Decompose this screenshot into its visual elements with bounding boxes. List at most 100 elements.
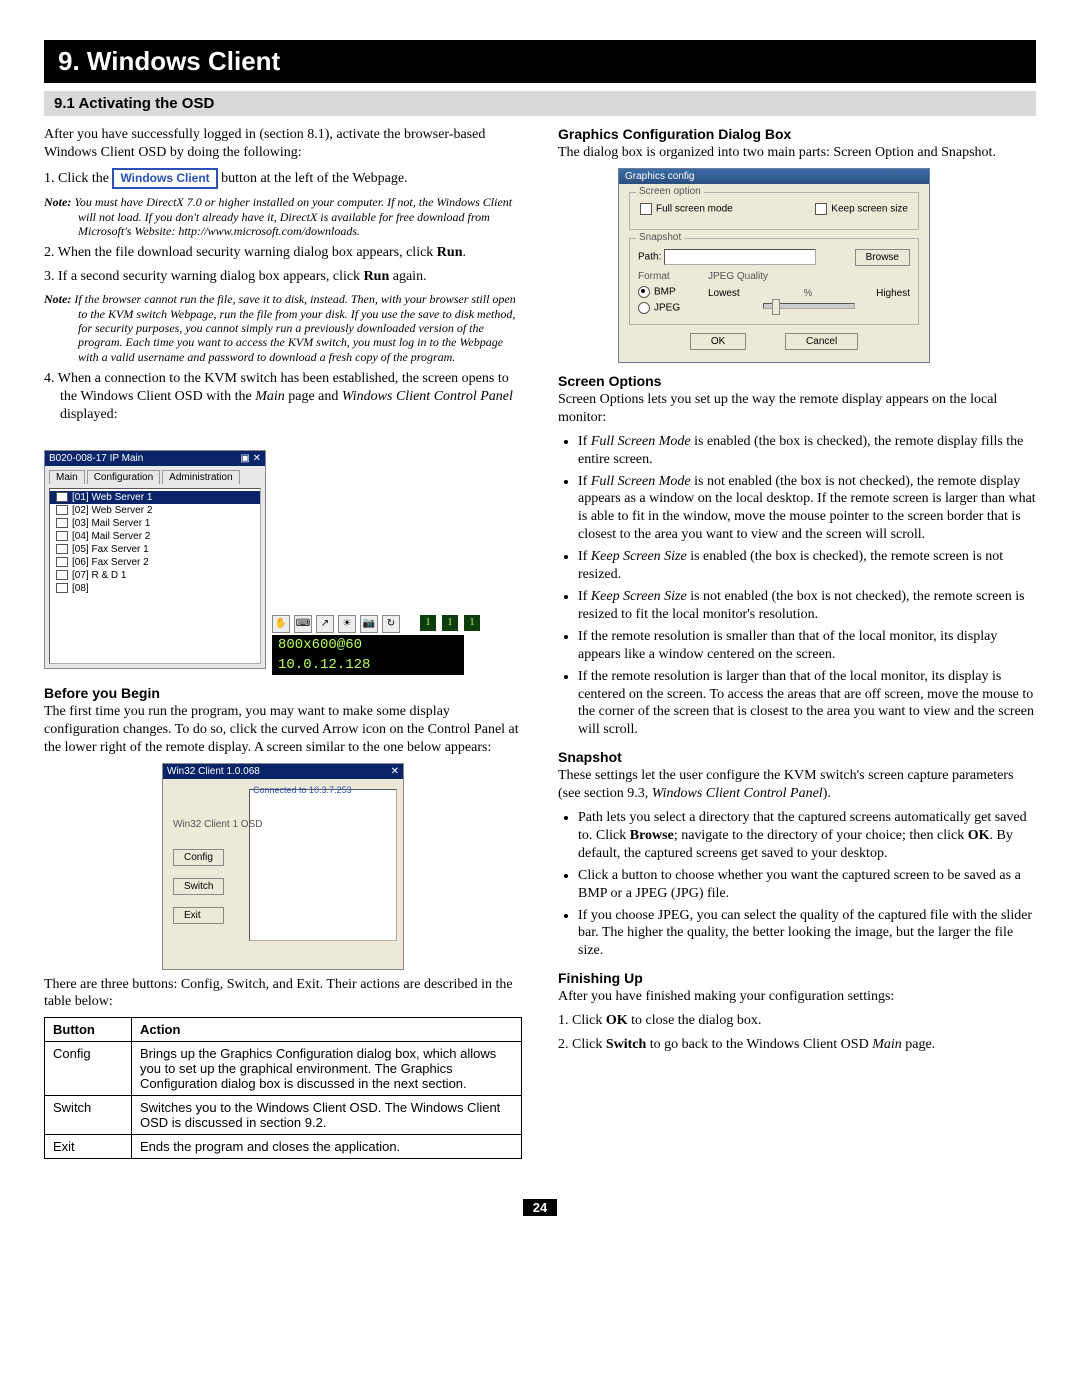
server-icon xyxy=(56,505,68,515)
list-item: If the remote resolution is smaller than… xyxy=(578,628,1036,664)
note1-label: Note: xyxy=(44,195,71,209)
right-column: Graphics Configuration Dialog Box The di… xyxy=(558,126,1036,1159)
step-2: 2. When the file download security warni… xyxy=(44,244,522,262)
before-you-begin-text: The first time you run the program, you … xyxy=(44,703,522,757)
keyboard-icon[interactable]: ⌨ xyxy=(294,615,312,633)
note-2: Note: If the browser cannot run the file… xyxy=(44,292,522,364)
list-item: If Full Screen Mode is enabled (the box … xyxy=(578,433,1036,469)
gfx-head: Graphics Configuration Dialog Box xyxy=(558,126,1036,142)
table-row: Switch Switches you to the Windows Clien… xyxy=(45,1096,522,1135)
list-item[interactable]: [01] Web Server 1 xyxy=(50,491,260,504)
highest-label: Highest xyxy=(876,288,910,299)
indicator-2: 1 xyxy=(442,615,458,631)
cell-action: Switches you to the Windows Client OSD. … xyxy=(132,1096,522,1135)
table-intro: There are three buttons: Config, Switch,… xyxy=(44,976,522,1012)
snapshot-intro: These settings let the user configure th… xyxy=(558,767,1036,803)
indicator-1: 1 xyxy=(420,615,436,631)
browse-button[interactable]: Browse xyxy=(855,249,910,266)
sun-icon[interactable]: ☀ xyxy=(338,615,356,633)
camera-icon[interactable]: 📷 xyxy=(360,615,378,633)
table-row: Config Brings up the Graphics Configurat… xyxy=(45,1042,522,1096)
screen-options-intro: Screen Options lets you set up the way t… xyxy=(558,391,1036,427)
ok-button[interactable]: OK xyxy=(690,333,746,350)
step4-b: page and xyxy=(285,389,342,404)
keep-size-checkbox[interactable]: Keep screen size xyxy=(815,203,908,215)
step3-run: Run xyxy=(364,269,390,284)
list-item[interactable]: [06] Fax Server 2 xyxy=(50,556,260,569)
list-item[interactable]: [05] Fax Server 1 xyxy=(50,543,260,556)
config-button[interactable]: Config xyxy=(173,849,224,866)
intro-text: After you have successfully logged in (s… xyxy=(44,126,522,162)
actions-table: Button Action Config Brings up the Graph… xyxy=(44,1017,522,1159)
graphics-config-dialog: Graphics config Screen option Full scree… xyxy=(618,168,930,363)
list-item[interactable]: [03] Mail Server 1 xyxy=(50,517,260,530)
gfx-intro: The dialog box is organized into two mai… xyxy=(558,144,1036,162)
hand-icon[interactable]: ✋ xyxy=(272,615,290,633)
osd-titlebar: B020-008-17 IP Main ▣ ✕ xyxy=(45,451,265,466)
list-item[interactable]: [02] Web Server 2 xyxy=(50,504,260,517)
snapshot-list: Path lets you select a directory that th… xyxy=(558,809,1036,960)
gfx-titlebar: Graphics config xyxy=(619,169,929,184)
cfg-close-icon[interactable]: ✕ xyxy=(391,766,399,777)
quality-label: JPEG Quality xyxy=(708,271,910,282)
finishing-up-intro: After you have finished making your conf… xyxy=(558,988,1036,1006)
exit-button[interactable]: Exit xyxy=(173,907,224,924)
cfg-osd-label: Win32 Client 1 OSD xyxy=(173,819,262,830)
chapter-title: 9. Windows Client xyxy=(44,40,1036,83)
list-item[interactable]: [07] R & D 1 xyxy=(50,569,260,582)
list-item[interactable]: [08] xyxy=(50,582,260,595)
th-action: Action xyxy=(132,1018,522,1042)
list-item: If the remote resolution is larger than … xyxy=(578,668,1036,740)
step2-post: . xyxy=(462,245,466,260)
list-item: If Full Screen Mode is not enabled (the … xyxy=(578,473,1036,545)
step1-pre: 1. Click the xyxy=(44,171,112,186)
list-item: If Keep Screen Size is not enabled (the … xyxy=(578,588,1036,624)
screen-options-head: Screen Options xyxy=(558,373,1036,389)
refresh-icon[interactable]: ↻ xyxy=(382,615,400,633)
cell-action: Ends the program and closes the applicat… xyxy=(132,1135,522,1159)
osd-server-list[interactable]: [01] Web Server 1 [02] Web Server 2 [03]… xyxy=(49,488,261,664)
list-item: Click a button to choose whether you wan… xyxy=(578,867,1036,903)
path-input[interactable] xyxy=(664,249,816,265)
osd-window-controls[interactable]: ▣ ✕ xyxy=(240,453,261,464)
indicator-3: 1 xyxy=(464,615,480,631)
cell-button: Config xyxy=(45,1042,132,1096)
osd-tab-config[interactable]: Configuration xyxy=(87,470,160,484)
list-item: If Keep Screen Size is enabled (the box … xyxy=(578,548,1036,584)
note-1: Note: You must have DirectX 7.0 or highe… xyxy=(44,195,522,238)
cell-button: Exit xyxy=(45,1135,132,1159)
cfg-connected: Connected to 10.3.7.253 xyxy=(253,785,352,795)
finishing-up-head: Finishing Up xyxy=(558,970,1036,986)
note2-label: Note: xyxy=(44,292,71,306)
snapshot-fieldset: Snapshot Path: Browse Format BMP JPEG xyxy=(629,238,919,325)
server-icon xyxy=(56,583,68,593)
note1-text: You must have DirectX 7.0 or higher inst… xyxy=(74,195,512,238)
list-item: If you choose JPEG, you can select the q… xyxy=(578,907,1036,961)
step4-main: Main xyxy=(255,389,285,404)
lowest-label: Lowest xyxy=(708,288,740,299)
note2-text: If the browser cannot run the file, save… xyxy=(74,292,515,364)
osd-tab-main[interactable]: Main xyxy=(49,470,85,484)
server-icon xyxy=(56,557,68,567)
screen-legend: Screen option xyxy=(636,186,704,197)
finish-step-1: 1. Click OK to close the dialog box. xyxy=(558,1012,1036,1030)
cancel-button[interactable]: Cancel xyxy=(785,333,858,350)
cell-action: Brings up the Graphics Configuration dia… xyxy=(132,1042,522,1096)
step1-post: button at the left of the Webpage. xyxy=(221,171,407,186)
screen-option-fieldset: Screen option Full screen mode Keep scre… xyxy=(629,192,919,230)
snapshot-head: Snapshot xyxy=(558,749,1036,765)
path-label: Path: xyxy=(638,252,661,263)
windows-client-button[interactable]: Windows Client xyxy=(112,168,217,189)
pointer-icon[interactable]: ↗ xyxy=(316,615,334,633)
bmp-radio[interactable]: BMP xyxy=(638,286,708,298)
list-item[interactable]: [04] Mail Server 2 xyxy=(50,530,260,543)
full-screen-checkbox[interactable]: Full screen mode xyxy=(640,203,733,215)
cfg-preview-panel xyxy=(249,789,397,941)
switch-button[interactable]: Switch xyxy=(173,878,224,895)
step4-panel: Windows Client Control Panel xyxy=(342,389,513,404)
quality-slider[interactable] xyxy=(763,303,855,309)
jpeg-radio[interactable]: JPEG xyxy=(638,302,708,314)
step3-pre: 3. If a second security warning dialog b… xyxy=(44,269,364,284)
step-1: 1. Click the Windows Client button at th… xyxy=(44,168,522,189)
osd-tab-admin[interactable]: Administration xyxy=(162,470,239,484)
